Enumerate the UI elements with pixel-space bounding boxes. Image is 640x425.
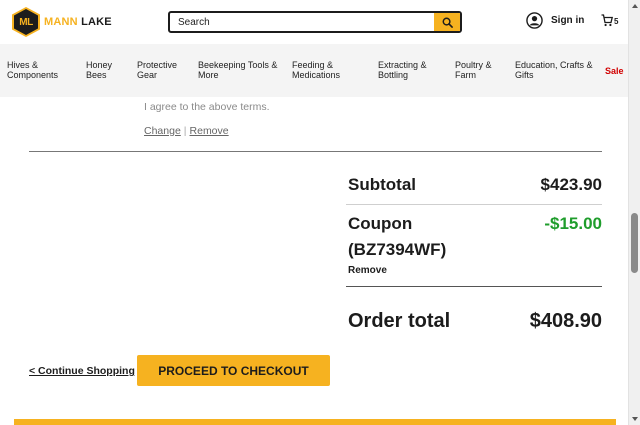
- link-separator: |: [183, 125, 187, 137]
- proceed-to-checkout-button[interactable]: PROCEED TO CHECKOUT: [137, 355, 330, 386]
- remove-coupon-link[interactable]: Remove: [348, 265, 387, 276]
- cart-button[interactable]: 5: [601, 14, 618, 27]
- nav-item-beekeeping-tools[interactable]: Beekeeping Tools & More: [198, 60, 277, 80]
- coupon-label: Coupon: [348, 214, 413, 233]
- nav-item-label: Honey: [86, 60, 113, 70]
- cart-count: 5: [614, 17, 619, 26]
- nav-item-label: Education, Crafts &: [515, 60, 593, 70]
- nav-item-label: Gifts: [515, 70, 534, 80]
- section-divider: [29, 151, 602, 152]
- nav-item-label: Gear: [137, 70, 158, 80]
- nav-item-label: Poultry &: [455, 60, 492, 70]
- nav-item-hives-components[interactable]: Hives & Components: [7, 60, 58, 80]
- user-circle-icon: [526, 12, 543, 29]
- category-nav: Hives & Components Honey Bees Protective…: [0, 44, 628, 97]
- nav-item-label: Medications: [292, 70, 341, 80]
- nav-item-label: Extracting &: [378, 60, 427, 70]
- nav-item-honey-bees[interactable]: Honey Bees: [86, 60, 112, 80]
- site-header: ML MANN LAKE Sign in 5: [0, 0, 628, 44]
- sign-in-label: Sign in: [551, 15, 585, 26]
- order-total-value: $408.90: [529, 310, 602, 332]
- continue-shopping-link[interactable]: < Continue Shopping: [29, 365, 135, 377]
- nav-item-poultry-farm[interactable]: Poultry & Farm: [455, 60, 492, 80]
- nav-item-extracting-bottling[interactable]: Extracting & Bottling: [378, 60, 427, 80]
- subtotal-label: Subtotal: [348, 175, 416, 194]
- item-actions: Change | Remove: [144, 125, 229, 137]
- nav-item-feeding-medications[interactable]: Feeding & Medications: [292, 60, 340, 80]
- nav-item-label: Hives &: [7, 60, 39, 70]
- nav-item-label: Beekeeping Tools &: [198, 60, 278, 70]
- search-input[interactable]: [170, 13, 434, 31]
- nav-item-label: Bees: [86, 70, 107, 80]
- sign-in-link[interactable]: Sign in: [526, 12, 584, 29]
- scroll-up-arrow-icon[interactable]: [632, 4, 638, 8]
- change-link[interactable]: Change: [144, 125, 181, 137]
- search-button[interactable]: [434, 13, 460, 31]
- nav-item-label: Farm: [455, 70, 476, 80]
- remove-item-link[interactable]: Remove: [190, 125, 229, 137]
- order-total-label: Order total: [348, 310, 451, 332]
- nav-item-sale[interactable]: Sale: [605, 66, 624, 76]
- search-bar: [168, 11, 462, 33]
- logo-word-lake: LAKE: [81, 16, 112, 28]
- nav-item-label: Feeding &: [292, 60, 334, 70]
- summary-divider: [346, 286, 602, 287]
- coupon-code: (BZ7394WF): [348, 240, 447, 259]
- logo-hexagon: ML: [12, 7, 40, 37]
- scrollbar-thumb[interactable]: [631, 213, 638, 273]
- nav-item-protective-gear[interactable]: Protective Gear: [137, 60, 177, 80]
- nav-item-label: More: [198, 70, 219, 80]
- terms-agreement-text: I agree to the above terms.: [144, 101, 270, 113]
- nav-item-label: Protective: [137, 60, 178, 70]
- search-icon: [442, 17, 453, 28]
- logo-wordmark: MANN LAKE: [44, 16, 112, 28]
- subtotal-value: $423.90: [540, 175, 602, 194]
- logo-initials: ML: [14, 9, 38, 35]
- scroll-down-arrow-icon[interactable]: [632, 417, 638, 421]
- mann-lake-logo[interactable]: ML MANN LAKE: [12, 7, 112, 37]
- coupon-discount-value: -$15.00: [544, 214, 602, 233]
- page-scrollbar[interactable]: [628, 0, 640, 425]
- summary-divider: [346, 204, 602, 205]
- footer-accent-band: [14, 419, 616, 425]
- shopping-cart-icon: [601, 14, 613, 27]
- nav-item-label: Bottling: [378, 70, 409, 80]
- nav-item-education-crafts-gifts[interactable]: Education, Crafts & Gifts: [515, 60, 593, 80]
- nav-item-label: Components: [7, 70, 59, 80]
- logo-word-mann: MANN: [44, 16, 78, 28]
